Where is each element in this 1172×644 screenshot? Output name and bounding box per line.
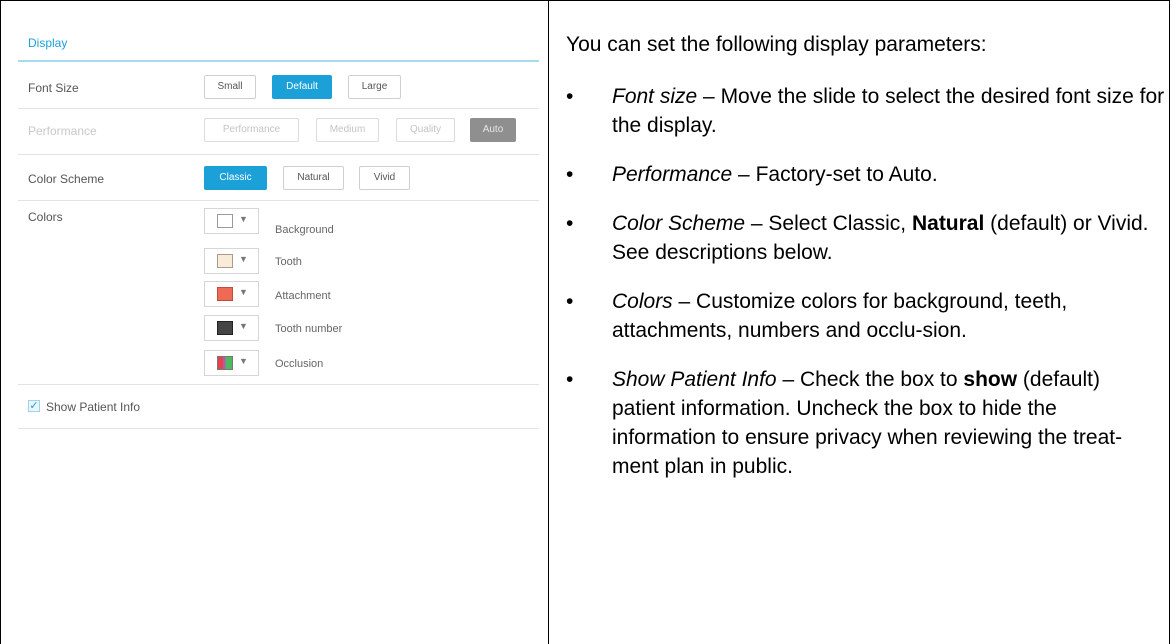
term: Colors <box>612 290 673 313</box>
attachment-swatch <box>217 287 233 301</box>
show-patient-info-checkbox[interactable]: ✓ <box>28 400 40 412</box>
bullet-icon: • <box>566 212 574 235</box>
font-size-large-button[interactable]: Large <box>348 75 401 99</box>
font-size-label: Font Size <box>28 81 79 95</box>
panel-title: Display <box>28 36 68 50</box>
tooth-number-color-label: Tooth number <box>275 323 343 335</box>
chevron-down-icon: ▼ <box>239 321 248 331</box>
description: Check the box to <box>799 368 964 391</box>
display-settings-panel: Display Font Size Small Default Large Pe… <box>18 0 539 644</box>
occlusion-swatch <box>217 356 233 370</box>
color-scheme-label: Color Scheme <box>28 172 105 186</box>
performance-quality-button[interactable]: Quality <box>396 118 455 142</box>
font-size-default-button[interactable]: Default <box>272 75 332 99</box>
font-size-small-button[interactable]: Small <box>204 75 256 99</box>
bullet-icon: • <box>566 163 574 186</box>
background-color-label: Background <box>275 224 334 236</box>
list-item: • Font size – Move the slide to select t… <box>566 82 1166 140</box>
background-swatch <box>217 214 233 228</box>
term: Performance <box>612 163 733 186</box>
background-color-picker[interactable]: ▼ <box>204 208 259 234</box>
list-item: • Color Scheme – Select Classic, Natural… <box>566 209 1166 267</box>
term: Color Scheme <box>612 212 746 235</box>
emphasis: show <box>963 368 1018 391</box>
occlusion-color-label: Occlusion <box>275 358 324 370</box>
emphasis: Natural <box>911 212 985 235</box>
occlusion-color-picker[interactable]: ▼ <box>204 350 259 376</box>
list-item: • Performance – Factory-set to Auto. <box>566 160 1166 189</box>
separator: – <box>672 290 697 313</box>
description: Select Classic, <box>768 212 912 235</box>
list-item: • Colors – Customize colors for backgrou… <box>566 287 1166 345</box>
chevron-down-icon: ▼ <box>239 287 248 297</box>
bullet-icon: • <box>566 368 574 391</box>
color-scheme-vivid-button[interactable]: Vivid <box>359 166 410 190</box>
tooth-color-picker[interactable]: ▼ <box>204 248 259 274</box>
bullet-icon: • <box>566 85 574 108</box>
chevron-down-icon: ▼ <box>239 254 248 264</box>
attachment-color-label: Attachment <box>275 290 331 302</box>
color-scheme-natural-button[interactable]: Natural <box>283 166 344 190</box>
row-divider <box>18 200 539 201</box>
bullet-icon: • <box>566 290 574 313</box>
term: Font size <box>612 85 698 108</box>
intro-text: You can set the following display parame… <box>566 33 987 56</box>
performance-auto-button[interactable]: Auto <box>470 118 516 142</box>
row-divider <box>18 384 539 385</box>
column-divider <box>548 0 549 644</box>
term: Show Patient Info <box>612 368 777 391</box>
separator: – <box>732 163 756 186</box>
row-divider <box>18 428 539 429</box>
row-divider <box>18 154 539 155</box>
performance-medium-button[interactable]: Medium <box>316 118 379 142</box>
description: Factory-set to Auto. <box>755 163 938 186</box>
separator: – <box>745 212 769 235</box>
list-item: • Show Patient Info – Check the box to s… <box>566 365 1166 481</box>
colors-label: Colors <box>28 210 63 224</box>
row-divider <box>18 108 539 109</box>
performance-performance-button[interactable]: Performance <box>204 118 299 142</box>
tooth-number-color-picker[interactable]: ▼ <box>204 315 259 341</box>
separator: – <box>776 368 800 391</box>
tooth-number-swatch <box>217 321 233 335</box>
show-patient-info-label: Show Patient Info <box>46 400 141 414</box>
tooth-swatch <box>217 254 233 268</box>
tooth-color-label: Tooth <box>275 256 302 268</box>
chevron-down-icon: ▼ <box>239 356 248 366</box>
parameter-list: • Font size – Move the slide to select t… <box>566 82 1166 501</box>
title-divider <box>18 60 539 62</box>
color-scheme-classic-button[interactable]: Classic <box>204 166 267 190</box>
chevron-down-icon: ▼ <box>239 214 248 224</box>
separator: – <box>697 85 721 108</box>
performance-label: Performance <box>28 124 97 138</box>
attachment-color-picker[interactable]: ▼ <box>204 281 259 307</box>
